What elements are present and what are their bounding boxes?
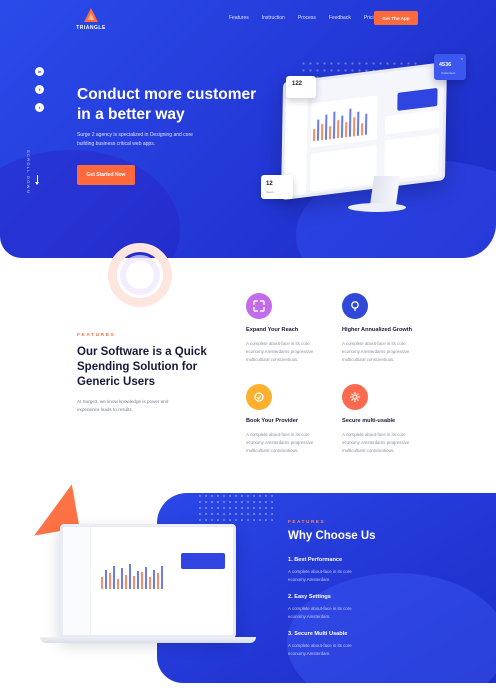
nav-item-instruction[interactable]: Instruction <box>262 15 285 21</box>
why-item-name: 1. Best Performance <box>288 557 343 563</box>
feature-name: Book Your Provider <box>246 418 299 424</box>
why-item: 2. Easy Settings A complete about-face i… <box>288 594 388 621</box>
feature-name: Higher Annualized Growth <box>342 327 413 333</box>
mockup-table <box>310 145 377 192</box>
landing-page: TRIANGLE Features Instruction Process Fe… <box>0 0 496 700</box>
mockup-highlight-card <box>397 87 438 111</box>
arrow-down-icon[interactable] <box>35 175 39 185</box>
hero-title: Conduct more customer in a better way <box>77 86 257 123</box>
why-blob <box>287 573 496 683</box>
stat-label: Users <box>266 190 274 194</box>
why-item-text: A complete about-face in its core econom… <box>288 643 352 656</box>
feature-text: A complete about-face in its core econom… <box>246 341 314 362</box>
why-item: 3. Secure Multi Usable A complete about-… <box>288 631 388 658</box>
facebook-icon[interactable]: f <box>35 85 44 94</box>
why-item-text: A complete about-face in its core econom… <box>288 606 352 619</box>
why-item: 1. Best Performance A complete about-fac… <box>288 557 388 584</box>
nav-item-process[interactable]: Process <box>298 15 316 21</box>
feature-item: Book Your Provider A complete about-face… <box>246 384 346 455</box>
dot-pattern <box>197 493 277 523</box>
customers-stat-card: × 4536 Customers <box>434 54 466 80</box>
stat-value: 12 <box>266 181 273 187</box>
hero-description: Surge 2 agency is specialized in Designi… <box>77 132 193 147</box>
expand-icon <box>246 293 272 319</box>
twitter-icon[interactable]: t <box>35 103 44 112</box>
monitor-base <box>348 203 406 212</box>
why-item-name: 3. Secure Multi Usable <box>288 631 348 637</box>
get-app-button[interactable]: Get The App <box>374 11 418 25</box>
feature-text: A complete about-face in its core econom… <box>342 432 410 453</box>
mockup-sidebar <box>63 527 91 635</box>
decorative-ring <box>120 255 160 295</box>
scroll-down-label[interactable]: SCROLL DOWN <box>26 150 31 194</box>
feature-name: Expand Your Reach <box>246 327 299 333</box>
why-item-name: 2. Easy Settings <box>288 594 331 600</box>
feature-text: A complete about-face in its core econom… <box>342 341 410 362</box>
triangle-logo-icon <box>84 8 98 22</box>
brand-logo[interactable]: TRIANGLE <box>76 7 106 31</box>
laptop-base <box>40 637 256 643</box>
close-icon[interactable]: × <box>461 56 463 61</box>
why-item-text: A complete about-face in its core econom… <box>288 569 352 582</box>
brand-name: TRIANGLE <box>76 25 106 31</box>
monitor-stand <box>369 176 401 206</box>
stat-label: Customers <box>441 71 456 75</box>
dashboard-laptop-mockup <box>60 524 236 638</box>
social-links: in f t <box>35 67 44 112</box>
feature-item: Expand Your Reach A complete about-face … <box>246 293 346 364</box>
mockup-card <box>384 133 439 181</box>
stat-card: 12 Users <box>261 175 293 199</box>
mockup-bar-chart <box>101 563 173 589</box>
feature-text: A complete about-face in its core econom… <box>246 432 314 453</box>
stat-value: 4536 <box>439 62 452 68</box>
feature-item: Higher Annualized Growth A complete abou… <box>342 293 442 364</box>
nav-item-features[interactable]: Features <box>229 15 249 21</box>
stat-card: 122 <box>286 76 316 98</box>
why-eyebrow: FEATURES <box>288 519 326 524</box>
stat-value: 122 <box>292 81 303 87</box>
feature-name: Secure multi-usable <box>342 418 396 424</box>
get-started-button[interactable]: Get Started Now <box>77 165 135 185</box>
why-title: Why Choose Us <box>288 530 376 542</box>
features-title: Our Software is a Quick Spending Solutio… <box>77 346 207 388</box>
provider-icon <box>246 384 272 410</box>
mockup-card <box>384 109 440 135</box>
mockup-highlight-card <box>181 553 225 569</box>
growth-icon <box>342 293 368 319</box>
features-eyebrow: FEATURES <box>77 333 116 338</box>
linkedin-icon[interactable]: in <box>35 67 44 76</box>
main-nav: Features Instruction Process Feedback Pr… <box>229 15 392 21</box>
features-description: At Surge3, we know knowledge is power an… <box>77 399 169 412</box>
feature-item: Secure multi-usable A complete about-fac… <box>342 384 442 455</box>
secure-icon <box>342 384 368 410</box>
nav-item-feedback[interactable]: Feedback <box>329 15 351 21</box>
